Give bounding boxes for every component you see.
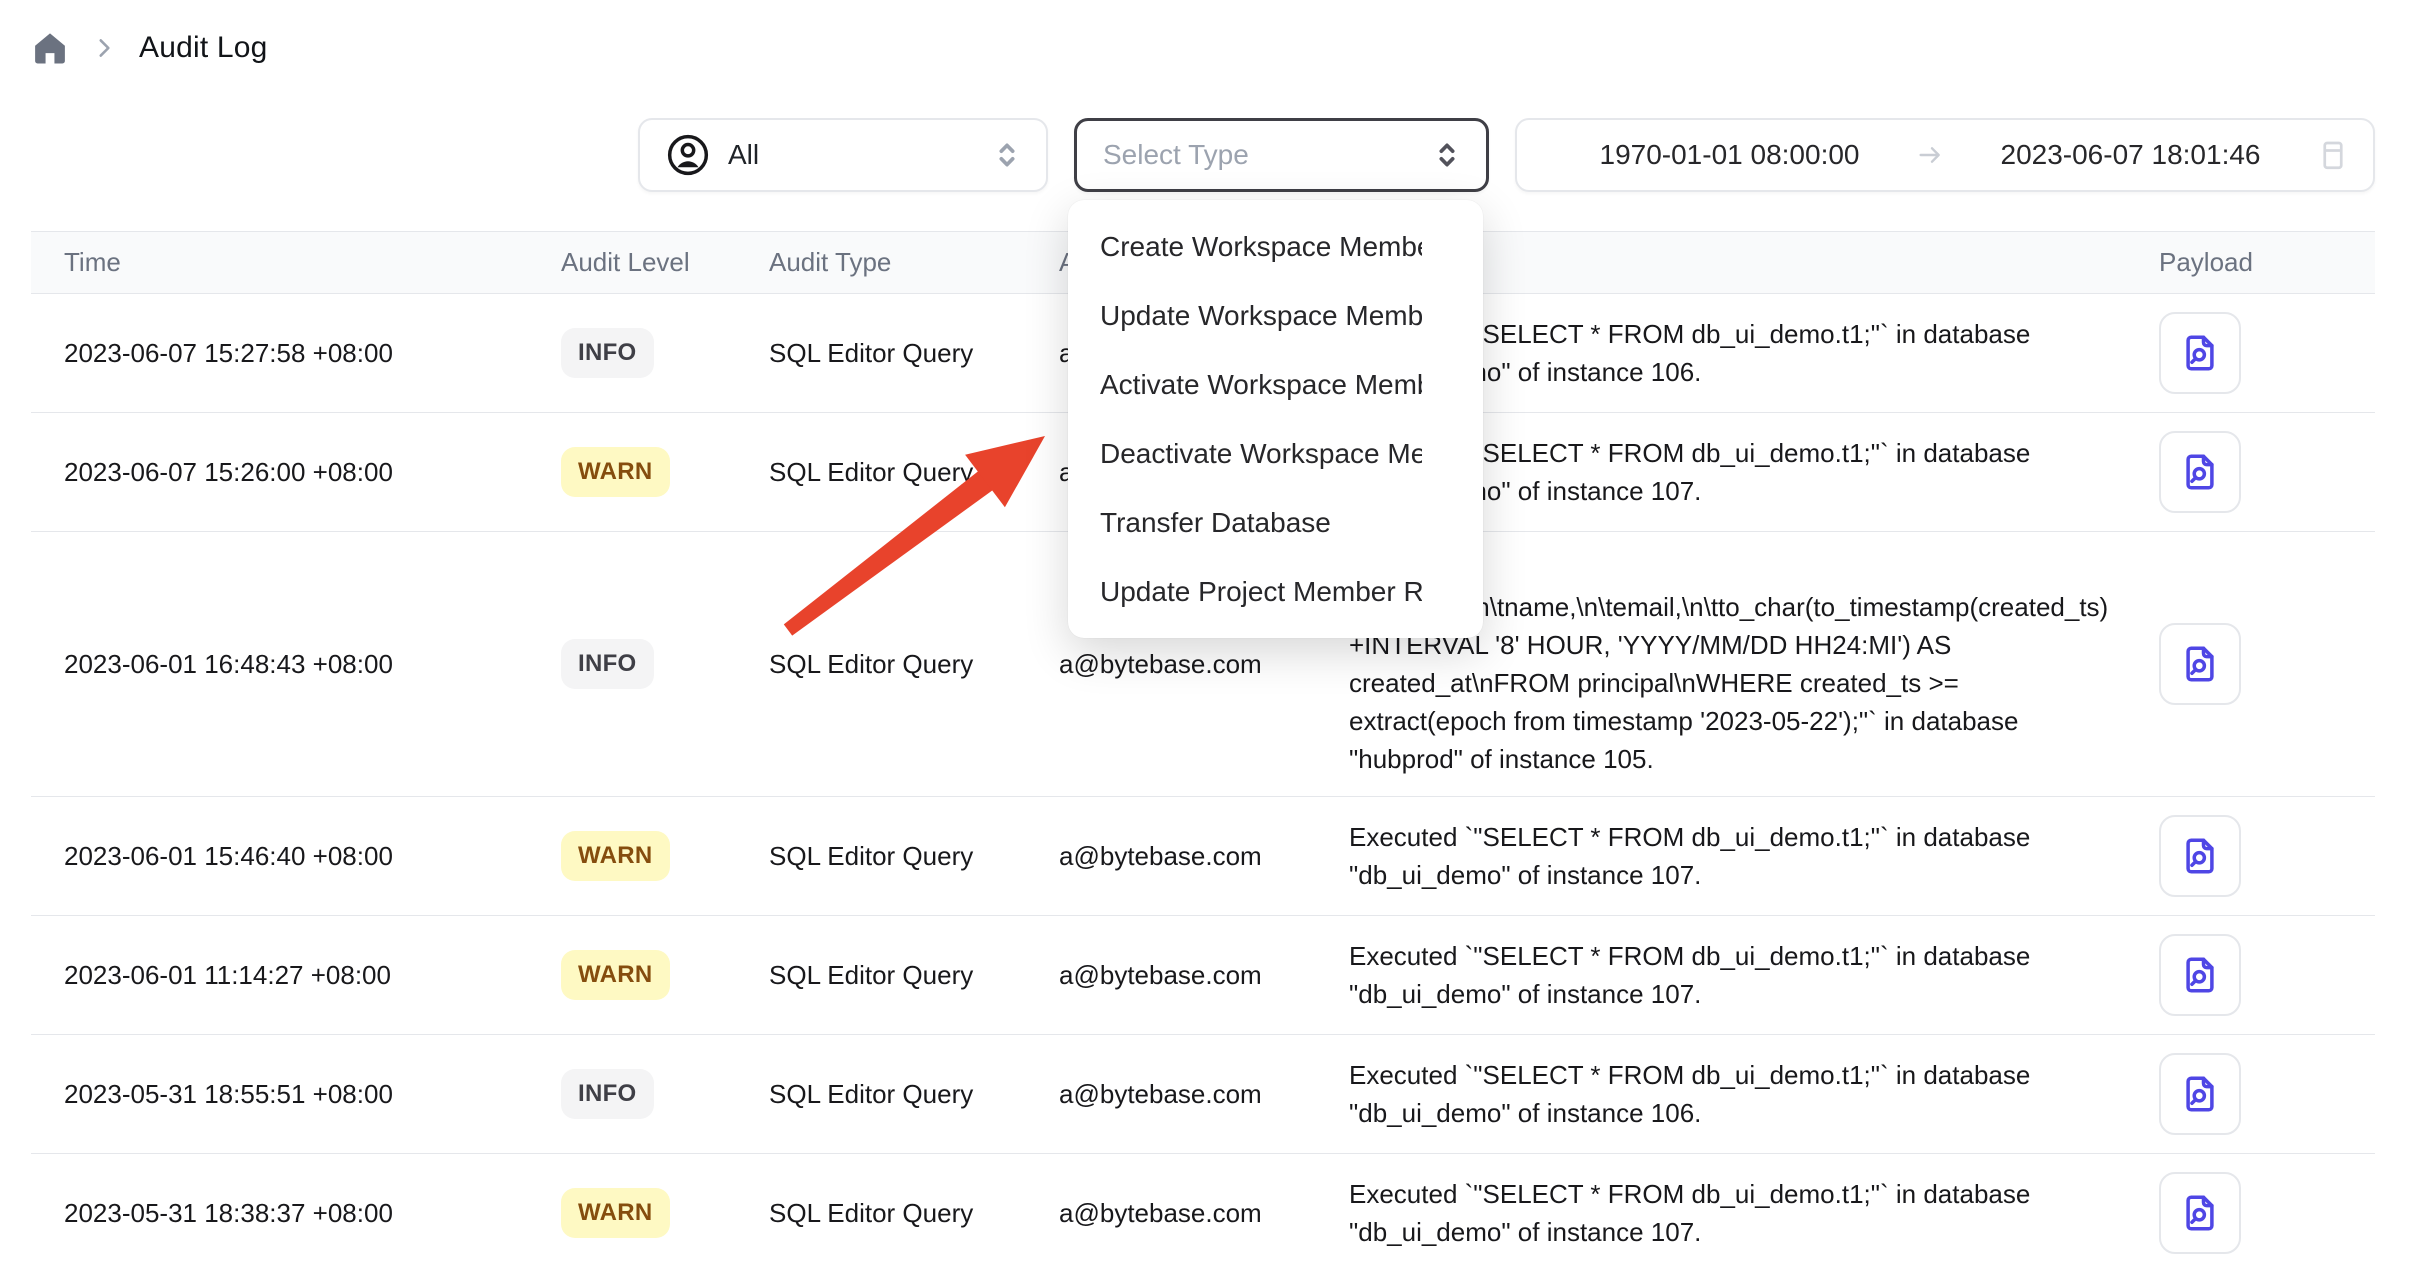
audit-level-badge: WARN	[561, 1188, 670, 1238]
cell-payload	[2151, 797, 2375, 916]
cell-actor: a@bytebase.com	[1051, 916, 1341, 1035]
file-search-icon	[2179, 1192, 2221, 1234]
chevron-right-icon	[91, 35, 117, 61]
cell-comment: Executed `"SELECT * FROM db_ui_demo.t1;"…	[1341, 797, 2151, 916]
menu-item-update-workspace-member[interactable]: Update Workspace Member	[1068, 281, 1483, 350]
cell-time: 2023-05-31 18:55:51 +08:00	[31, 1035, 541, 1154]
calendar-icon[interactable]	[2315, 137, 2351, 173]
payload-view-button[interactable]	[2159, 623, 2241, 705]
type-filter-select[interactable]: Select Type	[1074, 118, 1489, 192]
arrow-right-icon	[1914, 139, 1946, 171]
user-circle-icon	[666, 133, 710, 177]
cell-audit-level: WARN	[541, 1154, 761, 1268]
cell-audit-level: WARN	[541, 797, 761, 916]
payload-view-button[interactable]	[2159, 1053, 2241, 1135]
table-row: 2023-06-01 11:14:27 +08:00 WARN SQL Editor…	[31, 916, 2375, 1035]
cell-time: 2023-06-01 11:14:27 +08:00	[31, 916, 541, 1035]
cell-time: 2023-06-07 15:27:58 +08:00	[31, 294, 541, 413]
menu-item-transfer-database[interactable]: Transfer Database	[1068, 488, 1483, 557]
file-search-icon	[2179, 643, 2221, 685]
file-search-icon	[2179, 332, 2221, 374]
cell-payload	[2151, 413, 2375, 532]
cell-audit-type: SQL Editor Query	[761, 916, 1051, 1035]
cell-comment: Executed `"SELECT * FROM db_ui_demo.t1;"…	[1341, 1035, 2151, 1154]
cell-time: 2023-06-01 16:48:43 +08:00	[31, 532, 541, 797]
payload-view-button[interactable]	[2159, 934, 2241, 1016]
menu-item-activate-workspace-member[interactable]: Activate Workspace Member	[1068, 350, 1483, 419]
menu-item-update-project-member[interactable]: Update Project Member Role	[1068, 557, 1483, 626]
payload-view-button[interactable]	[2159, 312, 2241, 394]
column-header-payload: Payload	[2151, 232, 2375, 294]
cell-audit-type: SQL Editor Query	[761, 532, 1051, 797]
cell-audit-type: SQL Editor Query	[761, 1035, 1051, 1154]
column-header-audit-type: Audit Type	[761, 232, 1051, 294]
audit-level-badge: INFO	[561, 328, 654, 378]
cell-audit-type: SQL Editor Query	[761, 797, 1051, 916]
cell-audit-level: INFO	[541, 1035, 761, 1154]
date-range-start[interactable]: 1970-01-01 08:00:00	[1545, 139, 1914, 171]
audit-level-badge: WARN	[561, 950, 670, 1000]
home-icon[interactable]	[31, 29, 69, 67]
type-select-menu: Create Workspace Member Update Workspace…	[1068, 200, 1483, 638]
cell-actor: a@bytebase.com	[1051, 1035, 1341, 1154]
file-search-icon	[2179, 835, 2221, 877]
breadcrumb: Audit Log	[31, 26, 2375, 70]
cell-time: 2023-05-31 18:38:37 +08:00	[31, 1154, 541, 1268]
column-header-audit-level: Audit Level	[541, 232, 761, 294]
table-row: 2023-05-31 18:55:51 +08:00 INFO SQL Editor…	[31, 1035, 2375, 1154]
table-row: 2023-06-01 15:46:40 +08:00 WARN SQL Editor…	[31, 797, 2375, 916]
payload-view-button[interactable]	[2159, 1172, 2241, 1254]
cell-comment: Executed `"SELECT * FROM db_ui_demo.t1;"…	[1341, 916, 2151, 1035]
payload-view-button[interactable]	[2159, 815, 2241, 897]
cell-time: 2023-06-07 15:26:00 +08:00	[31, 413, 541, 532]
cell-payload	[2151, 916, 2375, 1035]
audit-level-badge: WARN	[561, 447, 670, 497]
page-title: Audit Log	[139, 31, 268, 65]
filter-bar: All Select Type 1970-01-01 08:00:00	[31, 118, 2375, 192]
audit-level-badge: INFO	[561, 639, 654, 689]
cell-audit-level: INFO	[541, 532, 761, 797]
cell-actor: a@bytebase.com	[1051, 1154, 1341, 1268]
cell-audit-level: INFO	[541, 294, 761, 413]
cell-actor: a@bytebase.com	[1051, 797, 1341, 916]
file-search-icon	[2179, 451, 2221, 493]
audit-level-badge: INFO	[561, 1069, 654, 1119]
audit-level-badge: WARN	[561, 831, 670, 881]
cell-payload	[2151, 1154, 2375, 1268]
cell-audit-type: SQL Editor Query	[761, 1154, 1051, 1268]
menu-item-create-workspace-member[interactable]: Create Workspace Member	[1068, 212, 1483, 281]
date-range-end[interactable]: 2023-06-07 18:01:46	[1946, 139, 2315, 171]
cell-comment: Executed `"SELECT * FROM db_ui_demo.t1;"…	[1341, 1154, 2151, 1268]
cell-audit-level: WARN	[541, 916, 761, 1035]
type-filter-placeholder: Select Type	[1103, 139, 1249, 171]
chevrons-up-down-icon	[990, 138, 1024, 172]
cell-payload	[2151, 294, 2375, 413]
column-header-time: Time	[31, 232, 541, 294]
cell-audit-type: SQL Editor Query	[761, 413, 1051, 532]
payload-view-button[interactable]	[2159, 431, 2241, 513]
file-search-icon	[2179, 954, 2221, 996]
table-row: 2023-05-31 18:38:37 +08:00 WARN SQL Editor…	[31, 1154, 2375, 1268]
cell-audit-level: WARN	[541, 413, 761, 532]
cell-time: 2023-06-01 15:46:40 +08:00	[31, 797, 541, 916]
actor-filter-select[interactable]: All	[638, 118, 1048, 192]
cell-payload	[2151, 1035, 2375, 1154]
actor-filter-value: All	[728, 139, 759, 171]
file-search-icon	[2179, 1073, 2221, 1115]
cell-audit-type: SQL Editor Query	[761, 294, 1051, 413]
date-range-picker[interactable]: 1970-01-01 08:00:00 2023-06-07 18:01:46	[1515, 118, 2375, 192]
cell-payload	[2151, 532, 2375, 797]
chevrons-up-down-icon	[1430, 138, 1464, 172]
menu-item-deactivate-workspace-member[interactable]: Deactivate Workspace Member	[1068, 419, 1483, 488]
